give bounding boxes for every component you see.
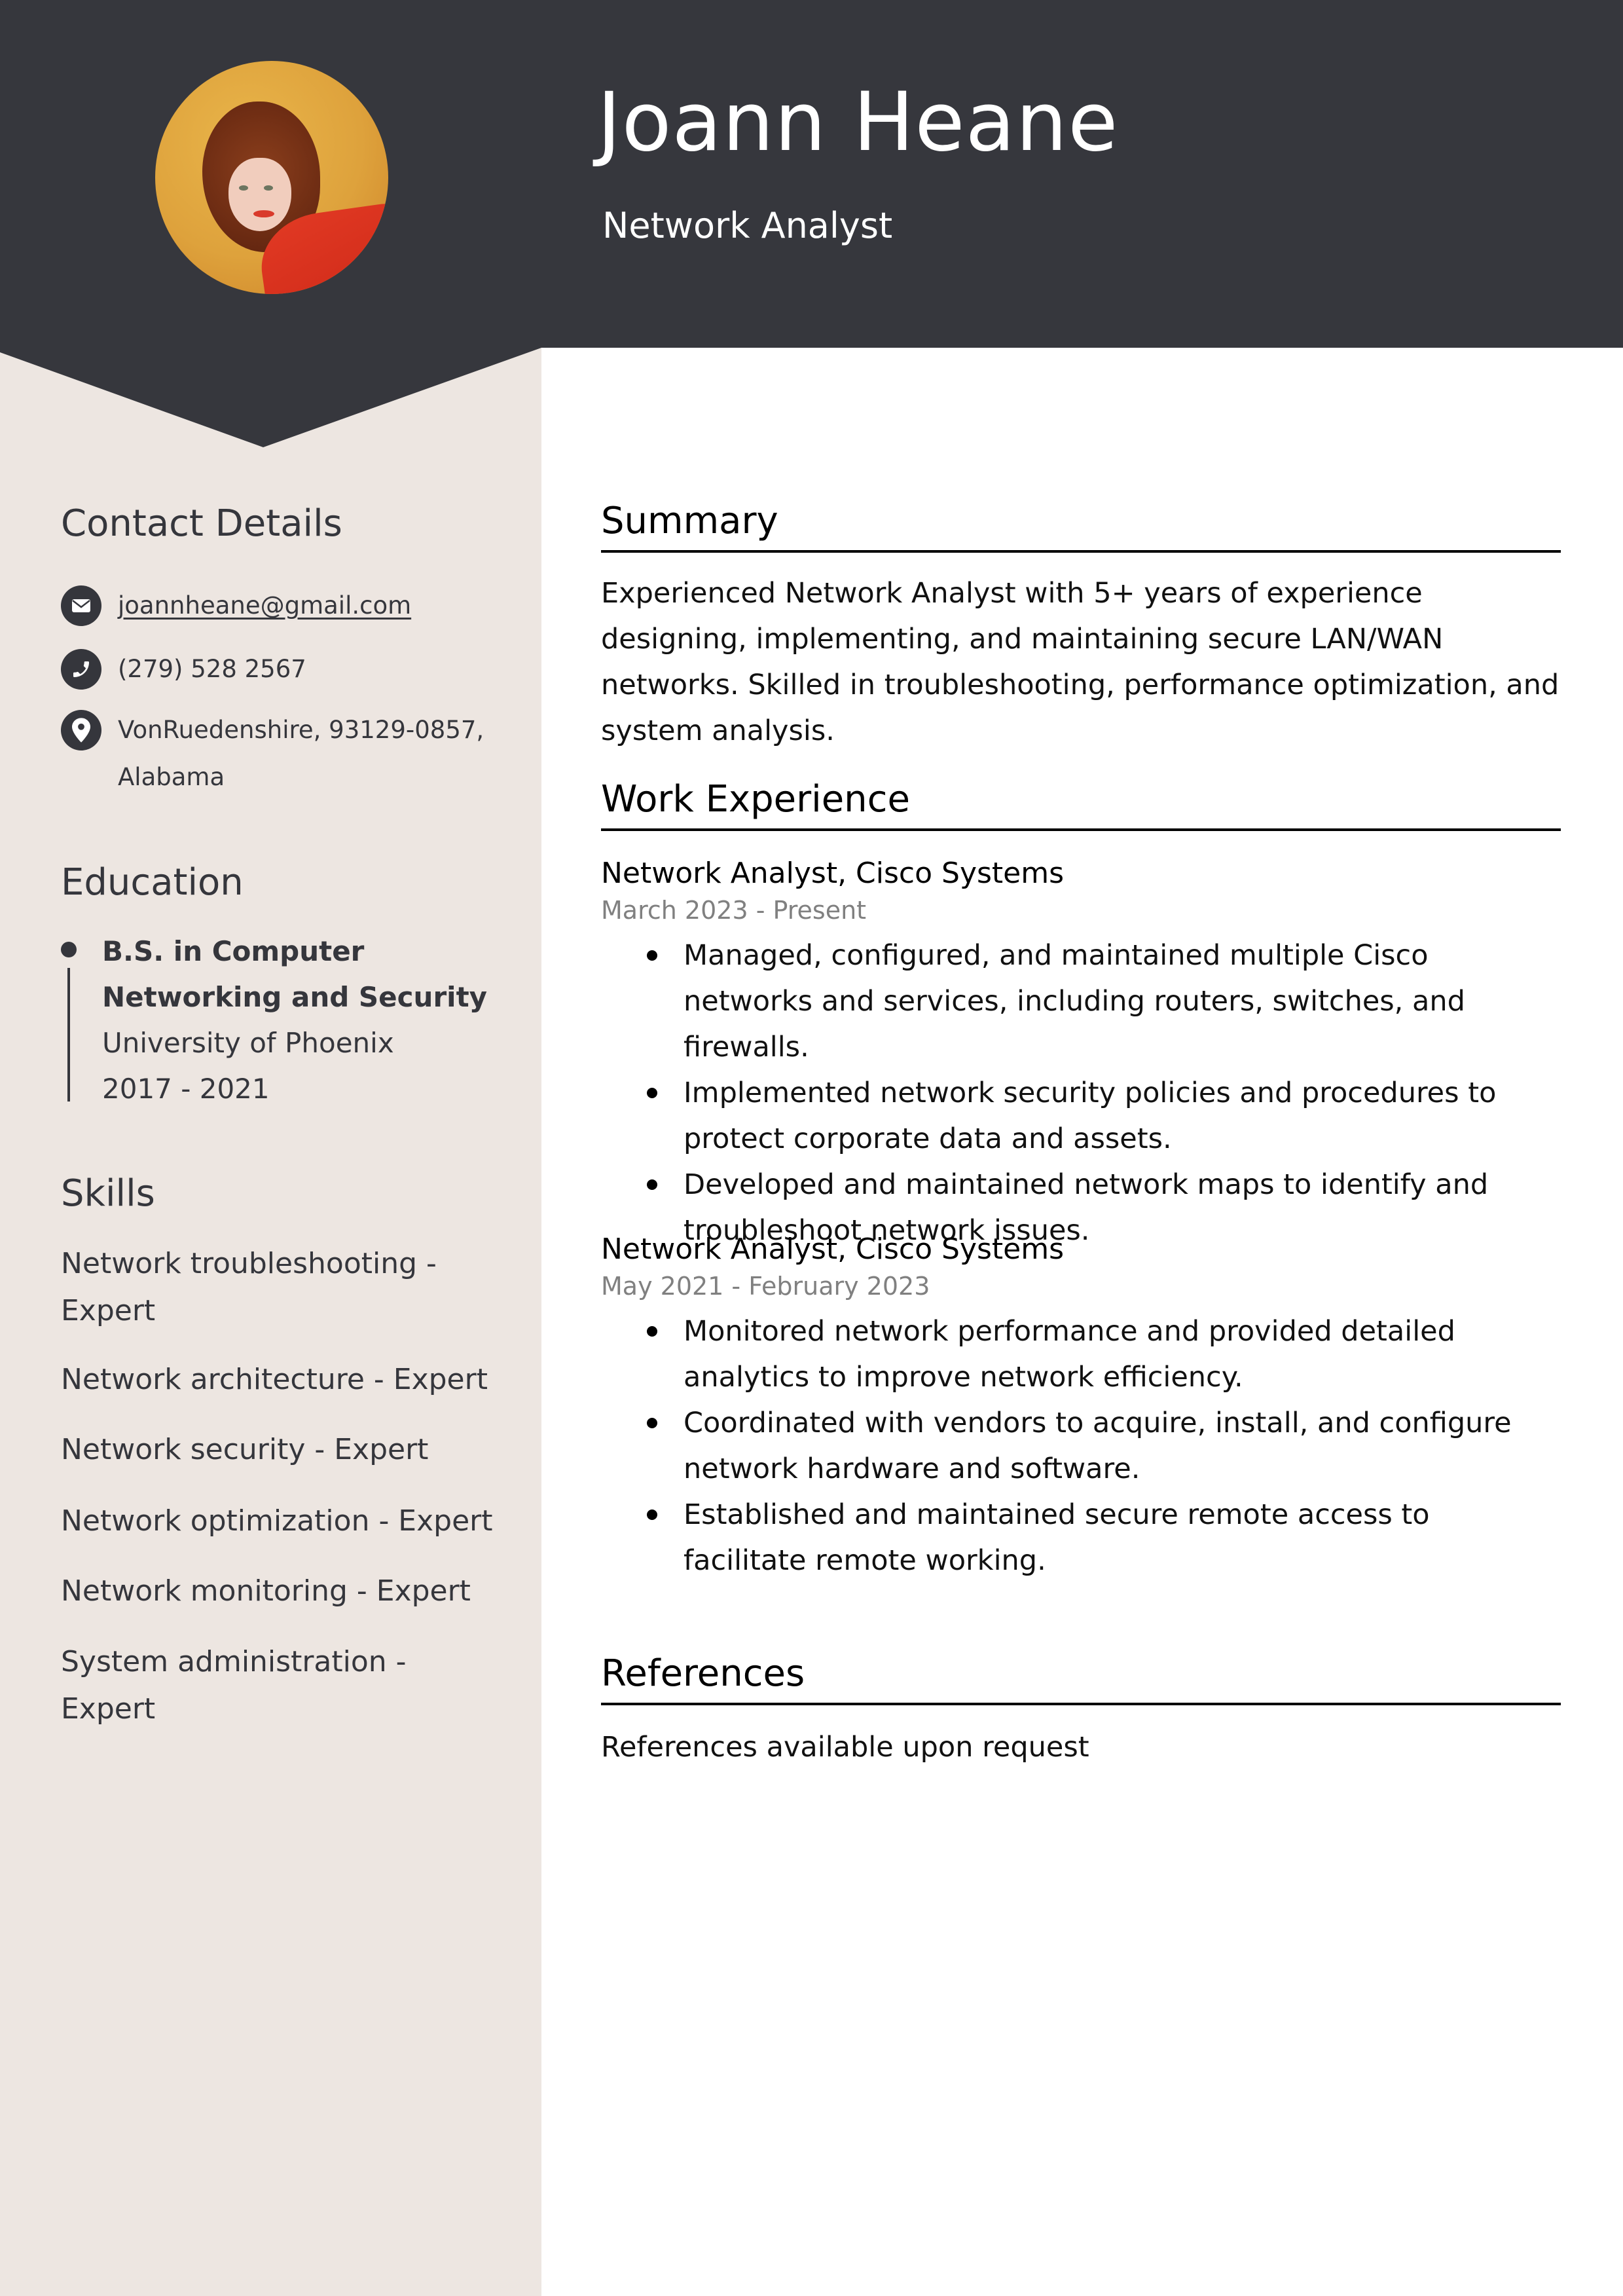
experience-heading: Work Experience bbox=[601, 781, 1561, 831]
skill-item: Network architecture - Expert bbox=[61, 1363, 488, 1396]
education-heading: Education bbox=[61, 861, 244, 904]
phone-icon bbox=[61, 649, 101, 690]
photo-face bbox=[228, 158, 291, 231]
skill-item: Network troubleshooting - Expert bbox=[61, 1247, 437, 1327]
summary-text: Experienced Network Analyst with 5+ year… bbox=[601, 577, 1559, 747]
bullet-icon bbox=[647, 1509, 657, 1520]
skill-item: System administration - Expert bbox=[61, 1645, 407, 1726]
bullet-icon bbox=[647, 950, 657, 961]
email-link[interactable]: joannheane@gmail.com bbox=[118, 582, 484, 629]
job-bullet: Implemented network security policies an… bbox=[601, 1070, 1561, 1162]
references-text: References available upon request bbox=[601, 1731, 1089, 1764]
bullet-icon bbox=[647, 1179, 657, 1190]
job-bullet: Managed, configured, and maintained mult… bbox=[601, 933, 1561, 1070]
contact-heading: Contact Details bbox=[61, 502, 342, 545]
references-heading: References bbox=[601, 1656, 1561, 1705]
job-title: Network Analyst, Cisco Systems bbox=[601, 857, 1065, 890]
job-bullets: Managed, configured, and maintained mult… bbox=[601, 933, 1561, 1253]
candidate-name: Joann Heane bbox=[597, 75, 1119, 170]
job-dates: March 2023 - Present bbox=[601, 896, 867, 925]
job-bullet: Established and maintained secure remote… bbox=[601, 1492, 1561, 1583]
job-title: Network Analyst, Cisco Systems bbox=[601, 1232, 1065, 1266]
bullet-icon bbox=[647, 1088, 657, 1098]
photo-eye bbox=[264, 185, 273, 191]
timeline-line bbox=[67, 968, 70, 1102]
skill-item: Network monitoring - Expert bbox=[61, 1574, 471, 1608]
bullet-icon bbox=[647, 1326, 657, 1337]
location-pin-icon bbox=[61, 710, 101, 750]
contact-phone: (279) 528 2567 bbox=[61, 649, 484, 693]
phone-text: (279) 528 2567 bbox=[118, 655, 306, 683]
bullet-icon bbox=[647, 1418, 657, 1428]
contact-address: VonRuedenshire, 93129-0857, Alabama bbox=[61, 710, 484, 801]
photo-eye bbox=[239, 185, 248, 191]
education-school: University of Phoenix bbox=[102, 1027, 394, 1059]
education-degree: B.S. in Computer Networking and Security bbox=[102, 935, 488, 1013]
skills-heading: Skills bbox=[61, 1172, 155, 1215]
address-text: VonRuedenshire, 93129-0857, Alabama bbox=[118, 716, 484, 791]
candidate-title: Network Analyst bbox=[602, 205, 893, 246]
profile-photo bbox=[155, 61, 388, 294]
job-dates: May 2021 - February 2023 bbox=[601, 1272, 930, 1301]
summary-heading: Summary bbox=[601, 503, 1561, 553]
contact-email[interactable]: joannheane@gmail.com bbox=[61, 585, 484, 629]
skill-item: Network security - Expert bbox=[61, 1433, 429, 1466]
education-years: 2017 - 2021 bbox=[102, 1073, 270, 1105]
photo-lips bbox=[253, 210, 274, 217]
job-bullet: Monitored network performance and provid… bbox=[601, 1308, 1561, 1400]
timeline-dot bbox=[61, 942, 77, 957]
skill-item: Network optimization - Expert bbox=[61, 1504, 493, 1538]
job-bullet: Coordinated with vendors to acquire, ins… bbox=[601, 1400, 1561, 1492]
envelope-icon bbox=[61, 585, 101, 626]
job-bullets: Monitored network performance and provid… bbox=[601, 1308, 1561, 1583]
